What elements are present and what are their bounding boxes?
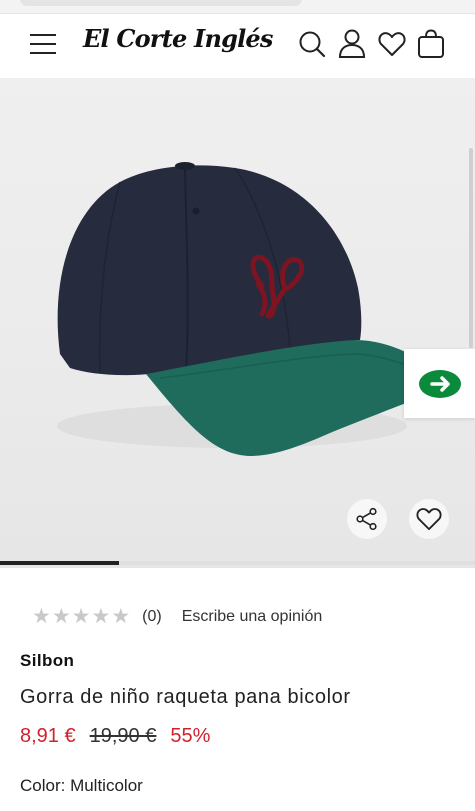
browser-url-strip <box>0 0 475 14</box>
add-to-favorites-button[interactable] <box>409 499 449 539</box>
floating-widget-button[interactable] <box>404 349 475 418</box>
user-icon <box>338 29 366 58</box>
heart-icon <box>416 508 442 531</box>
account-button[interactable] <box>337 28 367 60</box>
star-icon: ★ <box>51 605 71 628</box>
rating-stars[interactable]: ★ ★ ★ ★ ★ <box>32 606 130 627</box>
original-price: 19,90 € <box>89 725 157 747</box>
product-image[interactable] <box>0 78 475 568</box>
rating-row: ★ ★ ★ ★ ★ (0) Escribe una opinión <box>32 606 322 627</box>
write-review-link[interactable]: Escribe una opinión <box>182 608 323 626</box>
star-icon: ★ <box>32 605 51 628</box>
site-logo[interactable]: El Corte Inglés <box>83 24 273 53</box>
review-count: (0) <box>142 607 162 625</box>
gallery-progress-indicator <box>0 561 119 565</box>
product-title: Gorra de niño raqueta pana bicolor <box>20 686 351 708</box>
share-button[interactable] <box>347 499 387 539</box>
color-label: Color: Multicolor <box>20 776 143 795</box>
gallery-progress-track <box>0 561 475 565</box>
star-icon: ★ <box>71 605 91 628</box>
product-image-gallery[interactable] <box>0 78 475 568</box>
play-arrow-icon <box>418 369 461 398</box>
site-header: El Corte Inglés <box>0 14 475 78</box>
product-info: ★ ★ ★ ★ ★ (0) Escribe una opinión Silbon Gor… <box>0 568 475 811</box>
menu-button[interactable] <box>28 30 58 58</box>
hamburger-menu-icon <box>30 34 56 54</box>
current-price: 8,91 € <box>20 725 76 747</box>
discount-badge: 55% <box>170 725 211 747</box>
cart-button[interactable] <box>416 28 446 60</box>
search-button[interactable] <box>297 29 327 59</box>
product-brand[interactable]: Silbon <box>20 651 74 671</box>
star-icon: ★ <box>91 605 111 628</box>
share-icon <box>356 507 377 531</box>
shopping-bag-icon <box>418 29 444 58</box>
url-bar[interactable] <box>20 0 302 6</box>
side-scrollbar[interactable] <box>469 148 473 348</box>
search-icon <box>299 31 326 58</box>
star-icon: ★ <box>111 605 131 628</box>
wishlist-button[interactable] <box>377 29 407 59</box>
heart-icon <box>378 32 406 56</box>
price-row: 8,91 € 19,90 € 55% <box>20 725 210 748</box>
